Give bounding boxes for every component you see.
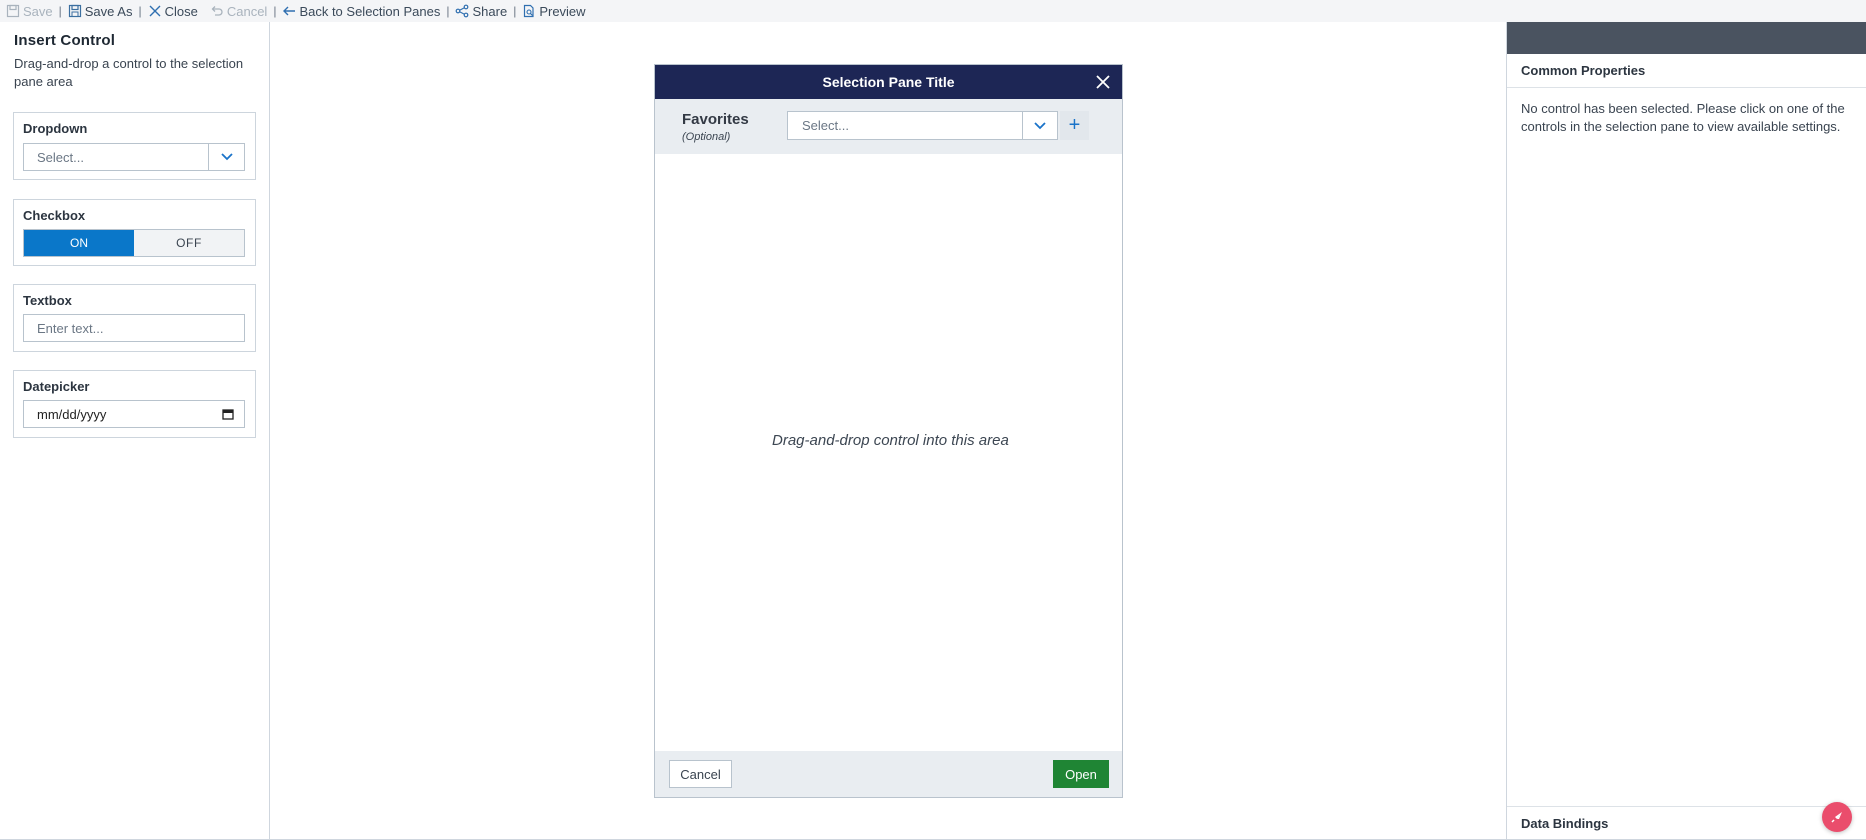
undo-icon — [211, 6, 223, 16]
data-bindings-title[interactable]: Data Bindings — [1507, 806, 1866, 840]
save-icon — [6, 4, 20, 18]
back-label: Back to Selection Panes — [299, 3, 441, 19]
close-button[interactable]: Close — [142, 4, 204, 19]
chevron-down-icon[interactable] — [1022, 112, 1057, 139]
textbox-control-card[interactable]: Textbox Enter text... — [13, 284, 256, 352]
add-favorite-button[interactable]: + — [1060, 111, 1089, 140]
checkbox-toggle[interactable]: ON OFF — [23, 229, 245, 257]
cancel-toolbar-label: Cancel — [226, 3, 268, 19]
arrow-left-icon — [283, 6, 296, 16]
open-button[interactable]: Open — [1053, 760, 1109, 788]
checkbox-title: Checkbox — [23, 208, 86, 223]
toolbar: Save | Save As | Close Cancel | Back to … — [0, 0, 1866, 22]
panel-title: Insert Control — [14, 32, 116, 49]
drop-area-hint: Drag-and-drop control into this area — [772, 432, 1009, 449]
save-button[interactable]: Save — [0, 4, 59, 19]
panel-description: Drag-and-drop a control to the selection… — [14, 56, 244, 89]
pane-footer: Cancel Open — [655, 751, 1122, 797]
favorites-placeholder: Select... — [802, 118, 849, 133]
datepicker-placeholder: mm/dd/yyyy — [37, 406, 107, 422]
chevron-down-icon[interactable] — [208, 144, 244, 170]
share-icon — [456, 4, 469, 18]
insert-control-panel: Insert Control Drag-and-drop a control t… — [0, 22, 270, 840]
save-as-label: Save As — [84, 3, 133, 19]
datepicker-title: Datepicker — [23, 379, 90, 394]
share-button[interactable]: Share — [449, 4, 513, 19]
favorites-row: Favorites (Optional) Select... + — [655, 99, 1122, 154]
preview-icon — [524, 4, 534, 18]
favorites-select[interactable]: Select... — [787, 111, 1058, 140]
dropdown-title: Dropdown — [23, 121, 88, 136]
calendar-icon[interactable] — [222, 408, 234, 420]
no-selection-message: No control has been selected. Please cli… — [1521, 101, 1845, 134]
save-as-button[interactable]: Save As — [62, 4, 139, 19]
textbox-title: Textbox — [23, 293, 72, 308]
close-icon — [149, 5, 161, 17]
textbox-input[interactable]: Enter text... — [23, 314, 245, 342]
properties-panel: Common Properties No control has been se… — [1506, 22, 1866, 840]
pane-title: Selection Pane Title — [822, 74, 955, 90]
share-label: Share — [472, 3, 508, 19]
save-label: Save — [23, 3, 53, 19]
save-as-icon — [68, 4, 81, 18]
cancel-toolbar-button[interactable]: Cancel — [204, 4, 273, 19]
common-properties-title[interactable]: Common Properties — [1507, 54, 1866, 88]
dropdown-placeholder: Select... — [37, 149, 84, 165]
close-label: Close — [164, 3, 198, 19]
rocket-launch-button[interactable] — [1822, 802, 1852, 832]
toggle-on-option[interactable]: ON — [24, 230, 134, 256]
rocket-icon — [1831, 812, 1842, 823]
selection-pane: Selection Pane Title Favorites (Optional… — [654, 64, 1123, 798]
dropdown-control-card[interactable]: Dropdown Select... — [13, 112, 256, 180]
textbox-placeholder: Enter text... — [37, 320, 104, 336]
toggle-off-option[interactable]: OFF — [134, 230, 244, 256]
dropdown-select[interactable]: Select... — [23, 143, 245, 171]
favorites-label: Favorites — [682, 111, 749, 128]
close-icon[interactable] — [1094, 73, 1112, 91]
datepicker-input[interactable]: mm/dd/yyyy — [23, 400, 245, 428]
back-to-selection-panes-button[interactable]: Back to Selection Panes — [276, 4, 446, 19]
cancel-button[interactable]: Cancel — [669, 760, 732, 788]
preview-button[interactable]: Preview — [516, 4, 591, 19]
plus-icon: + — [1068, 114, 1081, 136]
favorites-optional-label: (Optional) — [682, 131, 731, 143]
data-bindings-label: Data Bindings — [1521, 816, 1609, 831]
preview-label: Preview — [539, 3, 586, 19]
datepicker-control-card[interactable]: Datepicker mm/dd/yyyy — [13, 370, 256, 438]
properties-panel-header-bar — [1507, 22, 1866, 54]
pane-header: Selection Pane Title — [655, 65, 1122, 99]
checkbox-control-card[interactable]: Checkbox ON OFF — [13, 199, 256, 266]
